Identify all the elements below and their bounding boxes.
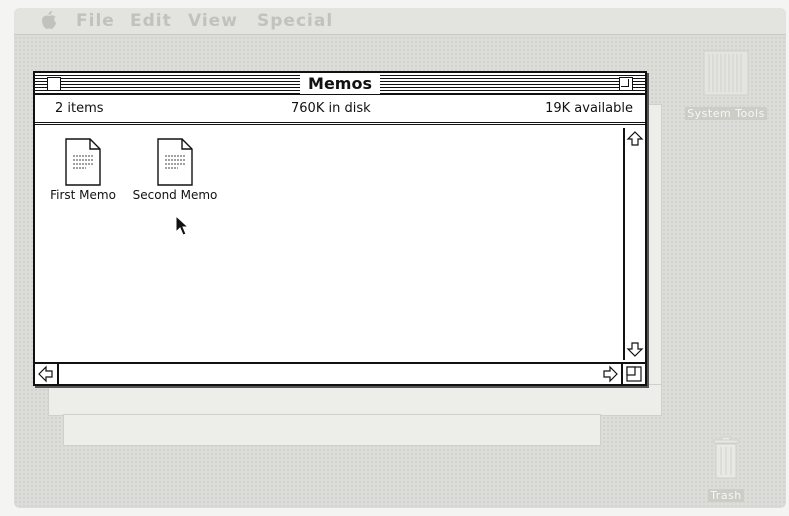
- menu-edit[interactable]: Edit: [130, 11, 172, 31]
- scroll-divider: [57, 364, 59, 384]
- vertical-scrollbar[interactable]: [623, 128, 645, 360]
- menu-view[interactable]: View: [188, 11, 238, 31]
- zoom-box[interactable]: [619, 77, 633, 91]
- apple-icon[interactable]: [40, 10, 60, 32]
- window-title: Memos: [300, 74, 380, 94]
- scroll-right-arrow-icon[interactable]: [601, 365, 619, 383]
- system-tools-label: System Tools: [685, 107, 767, 120]
- trash[interactable]: Trash: [696, 436, 756, 503]
- menu-file[interactable]: File: [76, 11, 115, 31]
- scroll-up-arrow-icon[interactable]: [626, 130, 644, 148]
- horizontal-scrollbar[interactable]: [35, 362, 645, 384]
- scroll-down-arrow-icon[interactable]: [626, 340, 644, 358]
- disk-icon: [703, 50, 749, 96]
- system-tools-disk[interactable]: System Tools: [676, 48, 776, 121]
- file-label: First Memo: [50, 188, 116, 202]
- mouse-pointer-icon: [175, 215, 190, 236]
- trash-icon: [713, 436, 739, 479]
- file-second-memo[interactable]: Second Memo: [125, 138, 225, 202]
- window-content: First Memo Second Memo: [35, 128, 621, 360]
- file-label: Second Memo: [132, 188, 218, 202]
- background-window-frame: [48, 384, 662, 416]
- menu-special[interactable]: Special: [257, 11, 333, 31]
- menu-bar: File Edit View Special: [14, 8, 786, 35]
- trash-label: Trash: [708, 489, 744, 502]
- document-icon: [157, 138, 193, 186]
- window-title-bar[interactable]: Memos: [35, 73, 645, 95]
- item-count: 2 items: [55, 101, 104, 116]
- background-window-frame: [63, 414, 601, 446]
- file-first-memo[interactable]: First Memo: [33, 138, 133, 202]
- disk-available: 19K available: [545, 101, 633, 116]
- scroll-divider: [621, 364, 623, 384]
- desktop: File Edit View Special System Tools Tras…: [14, 8, 786, 508]
- grow-box-icon[interactable]: [625, 365, 643, 383]
- document-icon: [65, 138, 101, 186]
- disk-used: 760K in disk: [291, 101, 371, 116]
- scroll-left-arrow-icon[interactable]: [37, 365, 55, 383]
- window-info-bar: 2 items 760K in disk 19K available: [35, 95, 645, 125]
- memos-window: Memos 2 items 760K in disk 19K available…: [33, 71, 647, 386]
